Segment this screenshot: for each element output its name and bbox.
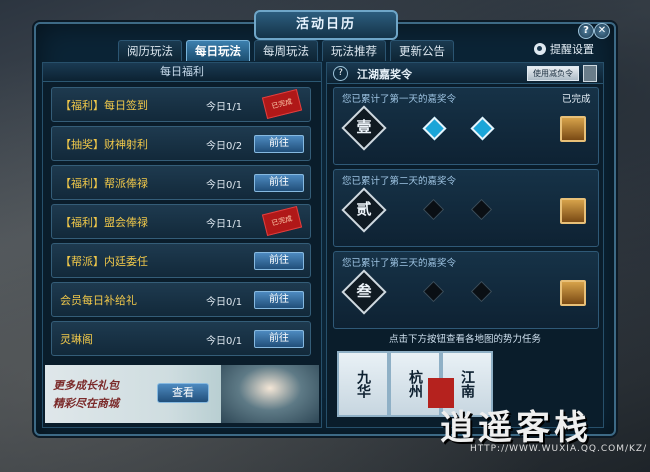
item-count: 今日1/1: [206, 102, 243, 113]
item-count: 今日0/1: [206, 180, 243, 191]
go-button[interactable]: 前往: [254, 135, 304, 153]
treasure-chest-icon[interactable]: [560, 116, 586, 142]
tab-bar: 阅历玩法 每日玩法 每周玩法 玩法推荐 更新公告: [118, 40, 454, 61]
day-label: 您已累计了第二天的嘉奖令: [342, 176, 457, 187]
item-count: 今日0/1: [206, 297, 243, 308]
go-button[interactable]: 前往: [254, 291, 304, 309]
progress-diamond-icon: [470, 198, 493, 221]
progress-diamond-icon: [422, 116, 447, 141]
reward-day-3: 您已累计了第三天的嘉奖令 叁: [333, 251, 599, 329]
item-count: 今日1/1: [206, 219, 243, 230]
list-item: 【帮派】内廷委任 前往: [51, 243, 311, 278]
map-button-jiuhua[interactable]: 九华: [337, 351, 389, 417]
use-token-button[interactable]: 使用减负令: [527, 66, 579, 81]
treasure-chest-icon[interactable]: [560, 280, 586, 306]
item-name: 【福利】盟会俸禄: [60, 216, 148, 229]
map-hint-text: 点击下方按钮查看各地图的势力任务: [388, 334, 541, 345]
day-numeral: 叁: [356, 282, 372, 300]
banner-line-2: 精彩尽在商城: [53, 397, 119, 410]
progress-diamond-icon: [422, 198, 445, 221]
item-name: 【帮派】内廷委任: [60, 255, 148, 268]
treasure-chest-icon[interactable]: [560, 198, 586, 224]
list-item: 【福利】每日签到 今日1/1 已完成: [51, 87, 311, 122]
list-item: 灵琳阁 今日0/1 前往: [51, 321, 311, 356]
day-status: 已完成: [562, 94, 591, 105]
day-label: 您已累计了第一天的嘉奖令: [342, 94, 457, 105]
banner-line-1: 更多成长礼包: [53, 379, 119, 392]
progress-diamond-icon: [470, 116, 495, 141]
tab-experience[interactable]: 阅历玩法: [118, 40, 182, 61]
welfare-header: 每日福利: [43, 63, 321, 82]
day-numeral: 贰: [356, 200, 372, 218]
window-title: 活动日历: [254, 10, 398, 40]
completed-stamp-icon: 已完成: [261, 205, 303, 237]
tab-updates[interactable]: 更新公告: [390, 40, 454, 61]
remind-label: 提醒设置: [550, 43, 594, 56]
day-numeral: 壹: [356, 118, 372, 136]
remind-settings[interactable]: 提醒设置: [534, 41, 594, 57]
go-button[interactable]: 前往: [254, 330, 304, 348]
completed-stamp-icon: 已完成: [261, 88, 303, 120]
reward-day-1: 您已累计了第一天的嘉奖令 已完成 壹: [333, 87, 599, 165]
bell-icon: [534, 43, 546, 55]
site-watermark: 逍遥客栈 HTTP://WWW.WUXIA.QQ.COM/KZ/: [428, 378, 648, 460]
item-count: 今日0/2: [206, 141, 243, 152]
list-item: 会员每日补给礼 今日0/1 前往: [51, 282, 311, 317]
go-button[interactable]: 前往: [254, 252, 304, 270]
item-name: 【福利】帮派俸禄: [60, 177, 148, 190]
daily-welfare-panel: 每日福利 【福利】每日签到 今日1/1 已完成 【抽奖】财神射利 今日0/2 前…: [42, 62, 322, 428]
help-button[interactable]: ?: [578, 23, 594, 39]
item-count: 今日0/1: [206, 336, 243, 347]
tab-recommend[interactable]: 玩法推荐: [322, 40, 386, 61]
token-card-icon: [583, 65, 597, 82]
item-name: 灵琳阁: [60, 333, 93, 346]
reward-header: ? 江湖嘉奖令 使用减负令: [327, 63, 603, 84]
banner-character-image: [221, 365, 319, 423]
watermark-url: HTTP://WWW.WUXIA.QQ.COM/KZ/: [470, 444, 648, 454]
close-button[interactable]: ✕: [594, 23, 610, 39]
item-name: 【抽奖】财神射利: [60, 138, 148, 151]
reward-day-2: 您已累计了第二天的嘉奖令 贰: [333, 169, 599, 247]
list-item: 【福利】帮派俸禄 今日0/1 前往: [51, 165, 311, 200]
tab-weekly[interactable]: 每周玩法: [254, 40, 318, 61]
progress-diamond-icon: [470, 280, 493, 303]
progress-diamond-icon: [422, 280, 445, 303]
list-item: 【抽奖】财神射利 今日0/2 前往: [51, 126, 311, 161]
item-name: 【福利】每日签到: [60, 99, 148, 112]
reward-title: 江湖嘉奖令: [357, 68, 412, 81]
day-label: 您已累计了第三天的嘉奖令: [342, 258, 457, 269]
watermark-name: 逍遥客栈: [440, 408, 592, 448]
shop-banner[interactable]: 更多成长礼包 精彩尽在商城 查看: [45, 365, 319, 423]
go-button[interactable]: 前往: [254, 174, 304, 192]
list-item: 【福利】盟会俸禄 今日1/1 已完成: [51, 204, 311, 239]
view-button[interactable]: 查看: [157, 383, 209, 403]
jianghu-reward-panel: ? 江湖嘉奖令 使用减负令 您已累计了第一天的嘉奖令 已完成 壹 您已累计了第二…: [326, 62, 604, 428]
tab-daily[interactable]: 每日玩法: [186, 40, 250, 61]
item-name: 会员每日补给礼: [60, 294, 137, 307]
help-icon[interactable]: ?: [333, 66, 348, 81]
